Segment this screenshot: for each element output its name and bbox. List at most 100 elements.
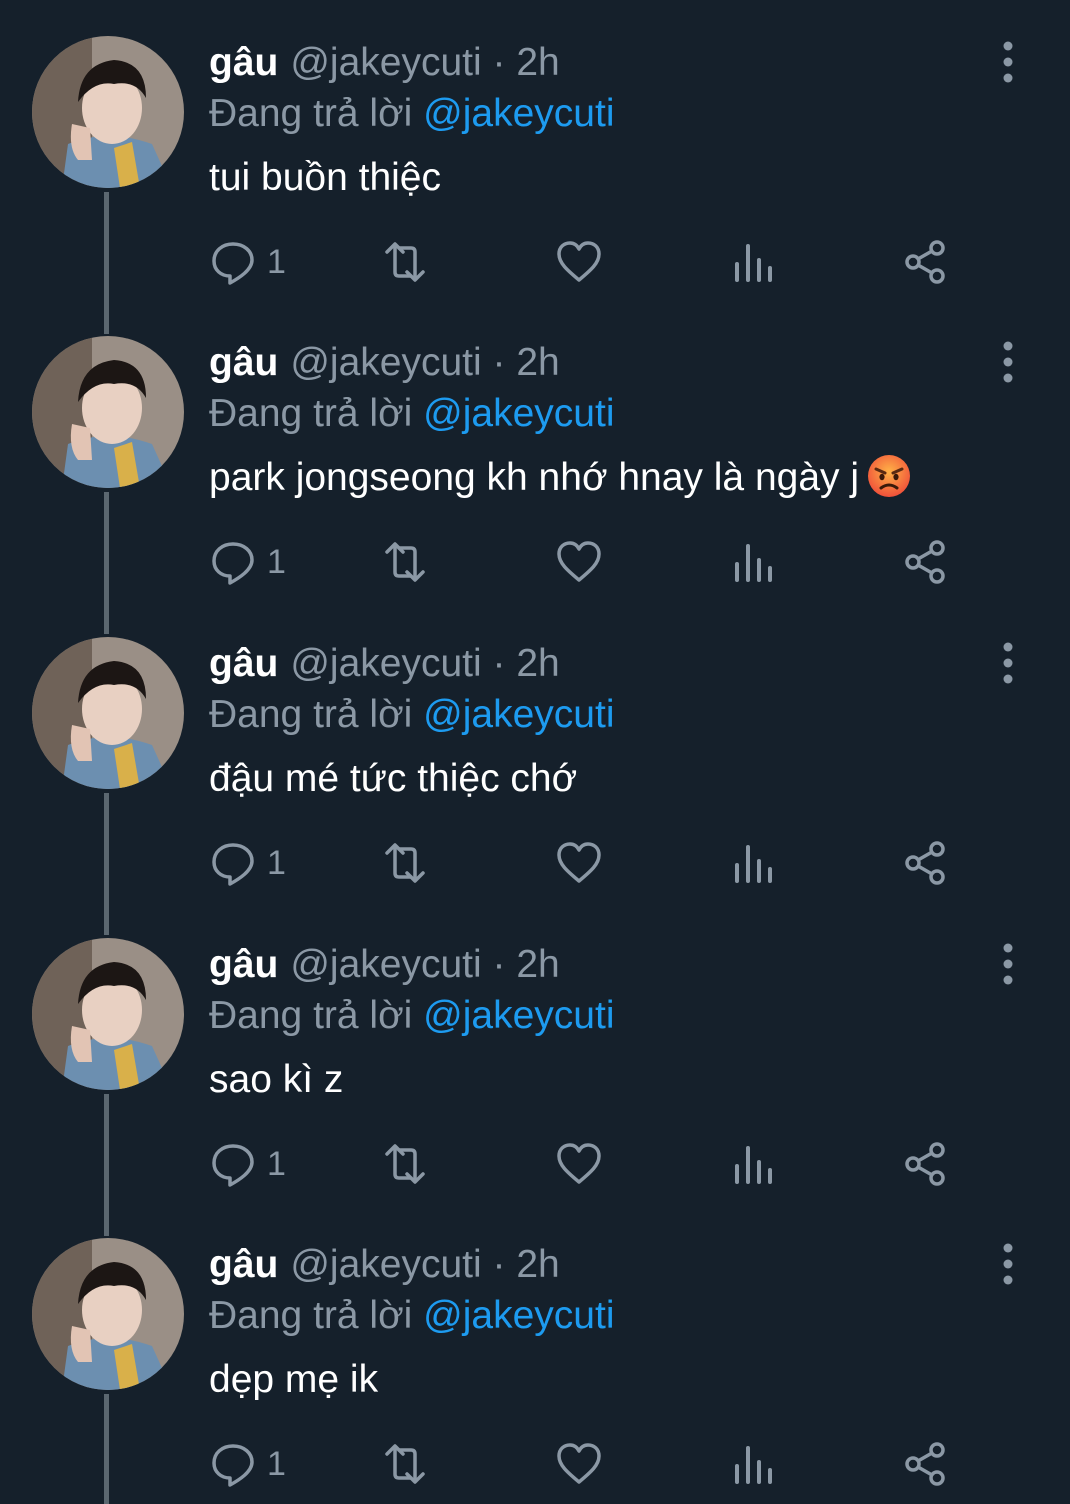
share-button[interactable] <box>901 1438 949 1490</box>
tweet-text: tui buồn thiệc <box>209 154 441 202</box>
more-options-button[interactable] <box>996 942 1020 986</box>
reply-icon <box>212 1444 254 1487</box>
display-name[interactable]: gâu <box>209 1243 278 1286</box>
more-options-button[interactable] <box>996 641 1020 685</box>
analytics-icon <box>735 845 772 883</box>
share-icon <box>905 1442 945 1486</box>
reply-icon <box>212 542 254 585</box>
timestamp[interactable]: 2h <box>516 341 559 384</box>
like-button[interactable] <box>555 1138 603 1190</box>
tweet-action-bar: 1 <box>209 236 969 288</box>
tweet[interactable]: gâu @jakeycuti · 2h Đang trả lời @jakeycu… <box>0 601 1070 935</box>
replying-to-label: Đang trả lời <box>209 693 413 736</box>
tweet-text-content: đậu mé tức thiệc chớ <box>209 757 578 800</box>
views-button[interactable] <box>729 536 777 588</box>
reply-button[interactable]: 1 <box>209 1138 286 1190</box>
reply-button[interactable]: 1 <box>209 1438 286 1490</box>
reply-count: 1 <box>267 242 286 281</box>
user-handle[interactable]: @jakeycuti <box>290 341 481 384</box>
reply-button[interactable]: 1 <box>209 536 286 588</box>
share-icon <box>905 841 945 885</box>
reply-icon <box>212 242 254 285</box>
tweet-header: gâu @jakeycuti · 2h <box>209 340 560 386</box>
heart-icon <box>557 1143 601 1184</box>
retweet-button[interactable] <box>379 1438 431 1490</box>
views-button[interactable] <box>729 1438 777 1490</box>
replying-to-mention[interactable]: @jakeycuti <box>423 92 614 135</box>
timestamp[interactable]: 2h <box>516 943 559 986</box>
angry-face-emoji-icon <box>868 455 911 497</box>
tweet[interactable]: gâu @jakeycuti · 2h Đang trả lời @jakeycu… <box>0 1202 1070 1504</box>
reply-count: 1 <box>267 843 286 882</box>
tweet-action-bar: 1 <box>209 1438 969 1490</box>
retweet-icon <box>385 1144 425 1184</box>
tweet-action-bar: 1 <box>209 837 969 889</box>
replying-to-label: Đang trả lời <box>209 392 413 435</box>
replying-to-mention[interactable]: @jakeycuti <box>423 392 614 435</box>
separator-dot: · <box>492 642 506 685</box>
avatar[interactable] <box>32 36 184 188</box>
share-button[interactable] <box>901 236 949 288</box>
timestamp[interactable]: 2h <box>516 642 559 685</box>
retweet-icon <box>385 1444 425 1484</box>
timestamp[interactable]: 2h <box>516 41 559 84</box>
views-button[interactable] <box>729 837 777 889</box>
views-button[interactable] <box>729 1138 777 1190</box>
user-handle[interactable]: @jakeycuti <box>290 642 481 685</box>
replying-to-line: Đang trả lời @jakeycuti <box>209 391 615 437</box>
tweet[interactable]: gâu @jakeycuti · 2h Đang trả lời @jakeycu… <box>0 300 1070 634</box>
retweet-icon <box>385 843 425 883</box>
like-button[interactable] <box>555 536 603 588</box>
share-icon <box>905 1142 945 1186</box>
like-button[interactable] <box>555 837 603 889</box>
replying-to-line: Đang trả lời @jakeycuti <box>209 692 615 738</box>
display-name[interactable]: gâu <box>209 41 278 84</box>
display-name[interactable]: gâu <box>209 943 278 986</box>
retweet-icon <box>385 542 425 582</box>
reply-button[interactable]: 1 <box>209 837 286 889</box>
more-options-button[interactable] <box>996 1242 1020 1286</box>
display-name[interactable]: gâu <box>209 642 278 685</box>
timestamp[interactable]: 2h <box>516 1243 559 1286</box>
like-button[interactable] <box>555 1438 603 1490</box>
like-button[interactable] <box>555 236 603 288</box>
tweet-text-content: dẹp mẹ ik <box>209 1358 379 1401</box>
more-vertical-icon <box>1003 642 1013 684</box>
share-button[interactable] <box>901 1138 949 1190</box>
avatar[interactable] <box>32 637 184 789</box>
retweet-icon <box>385 242 425 282</box>
retweet-button[interactable] <box>379 1138 431 1190</box>
tweet[interactable]: gâu @jakeycuti · 2h Đang trả lời @jakeycu… <box>0 0 1070 334</box>
replying-to-line: Đang trả lời @jakeycuti <box>209 91 615 137</box>
more-options-button[interactable] <box>996 340 1020 384</box>
more-options-button[interactable] <box>996 40 1020 84</box>
heart-icon <box>557 541 601 582</box>
reply-button[interactable]: 1 <box>209 236 286 288</box>
replying-to-label: Đang trả lời <box>209 1294 413 1337</box>
replying-to-label: Đang trả lời <box>209 994 413 1037</box>
user-handle[interactable]: @jakeycuti <box>290 1243 481 1286</box>
share-button[interactable] <box>901 536 949 588</box>
avatar[interactable] <box>32 336 184 488</box>
reply-count: 1 <box>267 542 286 581</box>
display-name[interactable]: gâu <box>209 341 278 384</box>
avatar[interactable] <box>32 1238 184 1390</box>
retweet-button[interactable] <box>379 837 431 889</box>
reply-count: 1 <box>267 1144 286 1183</box>
avatar[interactable] <box>32 938 184 1090</box>
replying-to-mention[interactable]: @jakeycuti <box>423 1294 614 1337</box>
tweet[interactable]: gâu @jakeycuti · 2h Đang trả lời @jakeycu… <box>0 902 1070 1236</box>
user-handle[interactable]: @jakeycuti <box>290 943 481 986</box>
share-button[interactable] <box>901 837 949 889</box>
replying-to-mention[interactable]: @jakeycuti <box>423 693 614 736</box>
replying-to-line: Đang trả lời @jakeycuti <box>209 993 615 1039</box>
replying-to-label: Đang trả lời <box>209 92 413 135</box>
separator-dot: · <box>492 41 506 84</box>
views-button[interactable] <box>729 236 777 288</box>
separator-dot: · <box>492 1243 506 1286</box>
retweet-button[interactable] <box>379 236 431 288</box>
retweet-button[interactable] <box>379 536 431 588</box>
replying-to-mention[interactable]: @jakeycuti <box>423 994 614 1037</box>
user-handle[interactable]: @jakeycuti <box>290 41 481 84</box>
heart-icon <box>557 241 601 282</box>
